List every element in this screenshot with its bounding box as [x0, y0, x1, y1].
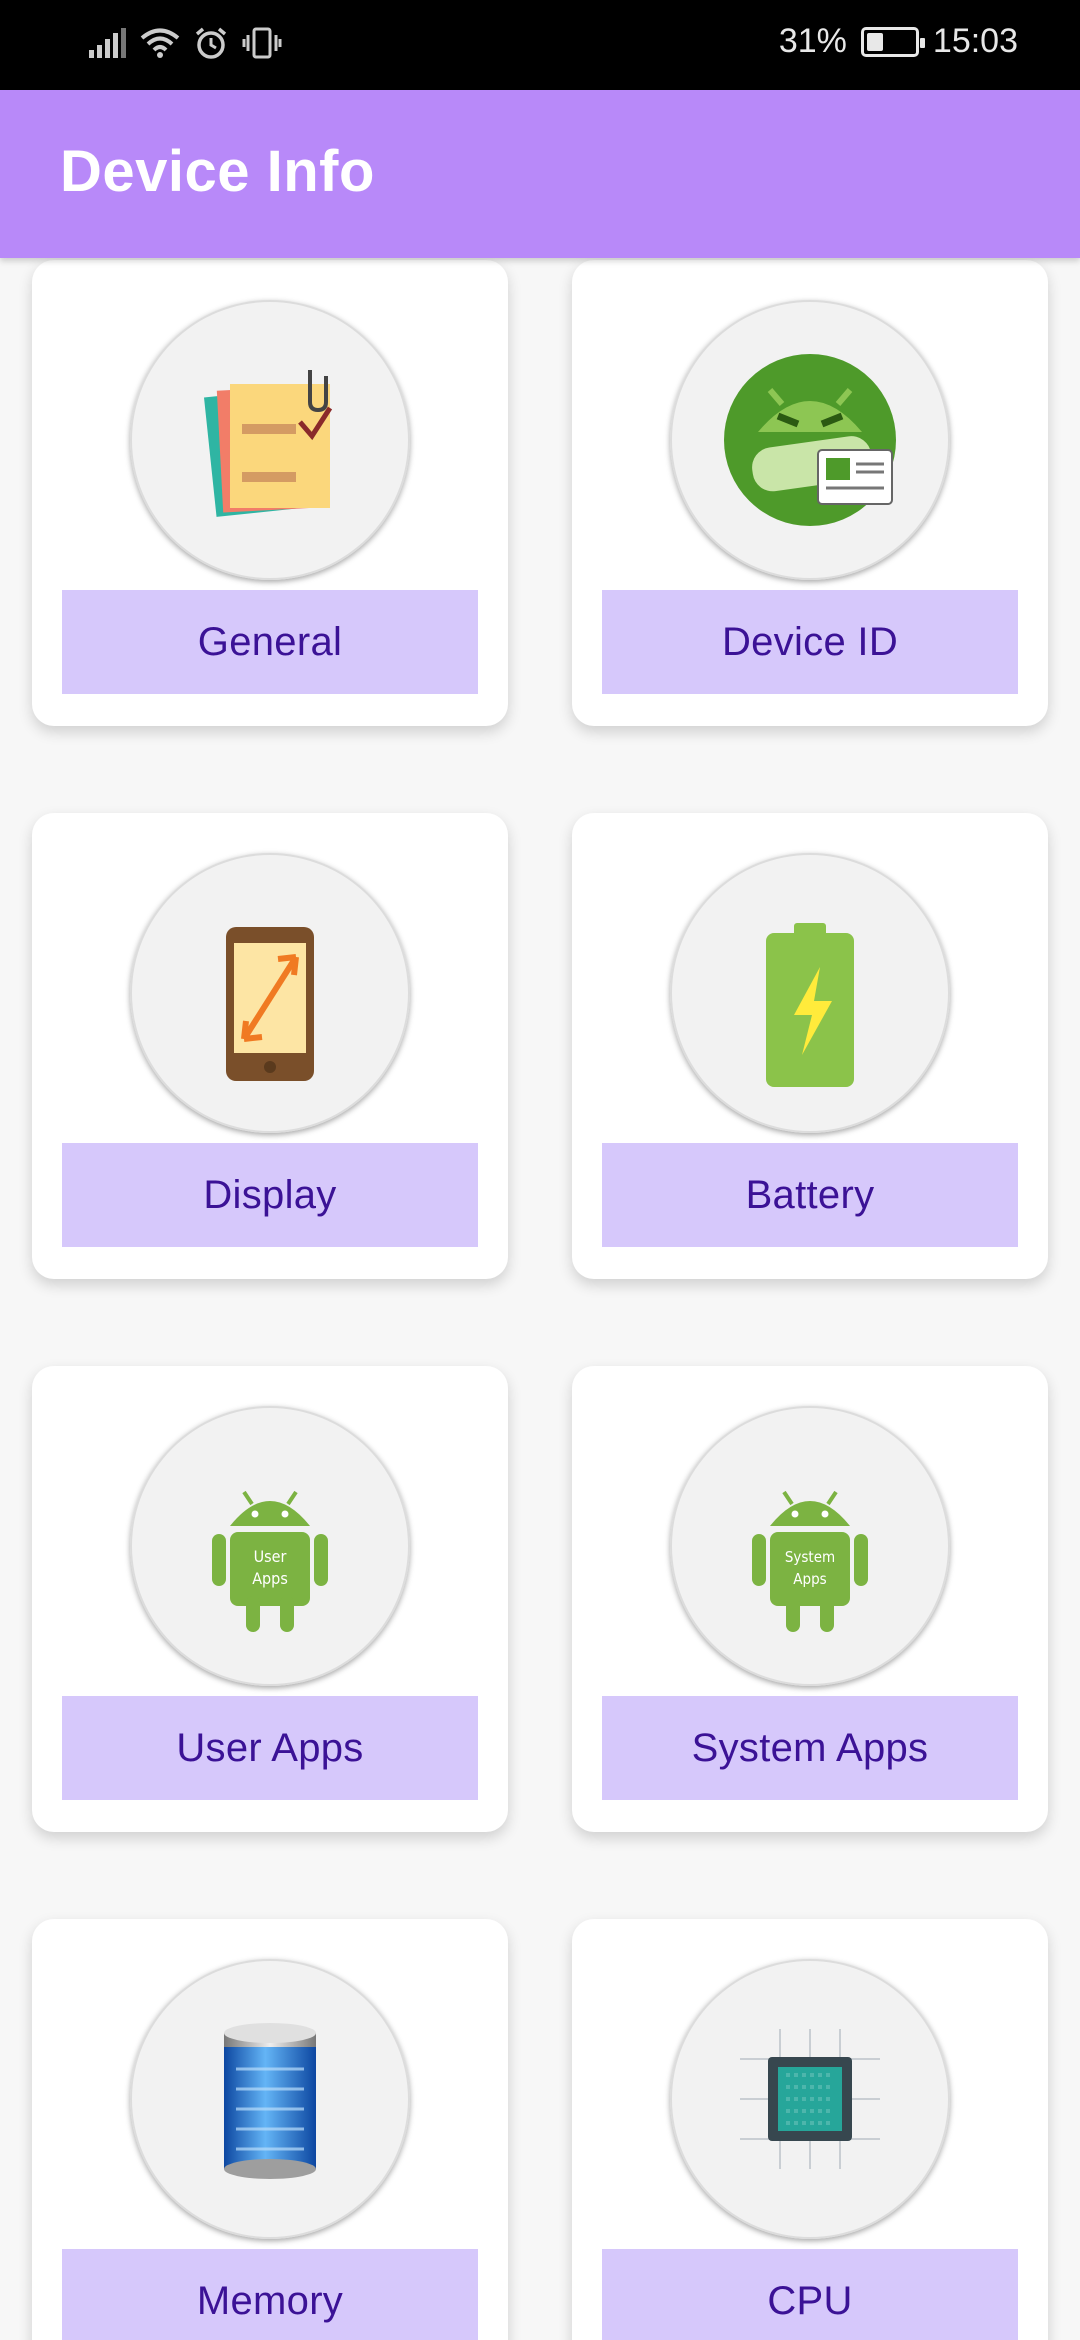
- tile-label: General: [62, 590, 478, 694]
- tile-battery[interactable]: Battery: [572, 813, 1048, 1279]
- tile-label: Display: [62, 1143, 478, 1247]
- icon-text-line2: Apps: [793, 1570, 826, 1588]
- tile-device-id[interactable]: Device ID: [572, 260, 1048, 726]
- android-id-icon: [670, 300, 950, 580]
- cpu-icon: [670, 1959, 950, 2239]
- tile-label: User Apps: [62, 1696, 478, 1800]
- alarm-icon: [195, 27, 227, 59]
- android-user-apps-icon: User Apps: [130, 1406, 410, 1686]
- status-icons: [88, 26, 282, 60]
- clock-time: 15:03: [932, 22, 1018, 60]
- tile-grid: General Device ID Display Battery User A…: [0, 258, 1080, 2340]
- battery-status-icon: [860, 26, 925, 57]
- battery-percent: 31%: [778, 22, 847, 60]
- vibrate-icon: [242, 27, 282, 59]
- tile-label: Device ID: [602, 590, 1018, 694]
- signal-icon: [89, 28, 126, 58]
- wifi-icon: [140, 28, 180, 58]
- tile-label: Memory: [62, 2249, 478, 2340]
- tile-display[interactable]: Display: [32, 813, 508, 1279]
- tile-label: CPU: [602, 2249, 1018, 2340]
- tile-general[interactable]: General: [32, 260, 508, 726]
- tile-system-apps[interactable]: System Apps System Apps: [572, 1366, 1048, 1832]
- tile-user-apps[interactable]: User Apps User Apps: [32, 1366, 508, 1832]
- icon-text-line1: System: [785, 1548, 835, 1566]
- memory-icon: [130, 1959, 410, 2239]
- clipboard-icon: [130, 300, 410, 580]
- tile-cpu[interactable]: CPU: [572, 1919, 1048, 2340]
- status-right: 31% 15:03: [779, 22, 1018, 61]
- status-bar: 31% 15:03: [0, 0, 1080, 90]
- tile-label: Battery: [602, 1143, 1018, 1247]
- battery-icon: [670, 853, 950, 1133]
- icon-text-line1: User: [254, 1547, 287, 1566]
- tile-label: System Apps: [602, 1696, 1018, 1800]
- page-title: Device Info: [60, 139, 375, 204]
- tile-memory[interactable]: Memory: [32, 1919, 508, 2340]
- app-bar: Device Info: [0, 90, 1080, 258]
- android-system-apps-icon: System Apps: [670, 1406, 950, 1686]
- icon-text-line2: Apps: [252, 1569, 288, 1588]
- phone-display-icon: [130, 853, 410, 1133]
